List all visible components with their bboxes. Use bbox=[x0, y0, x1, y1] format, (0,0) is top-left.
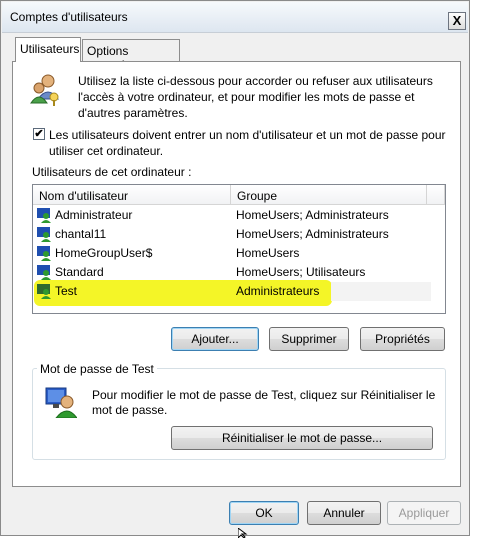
users-list-label: Utilisateurs de cet ordinateur : bbox=[32, 165, 192, 179]
row-group: HomeUsers; Utilisateurs bbox=[236, 265, 366, 279]
column-header-filler bbox=[427, 185, 445, 205]
user-account-icon bbox=[37, 227, 51, 242]
cancel-button-label: Annuler bbox=[323, 506, 365, 520]
row-username: chantal11 bbox=[55, 227, 107, 241]
intro-line-2: l'accès à votre ordinateur, et pour modi… bbox=[78, 90, 415, 104]
tab-utilisateurs-label: Utilisateurs bbox=[20, 42, 80, 56]
properties-button-label: Propriétés bbox=[375, 332, 430, 346]
user-account-icon bbox=[37, 284, 51, 299]
row-group: Administrateurs bbox=[236, 284, 320, 298]
table-row-selected[interactable]: Test Administrateurs bbox=[33, 282, 445, 301]
user-account-icon bbox=[37, 208, 51, 223]
require-login-label-2: utiliser cet ordinateur. bbox=[49, 144, 164, 158]
column-header-name[interactable]: Nom d'utilisateur bbox=[33, 185, 231, 205]
user-password-icon bbox=[45, 387, 77, 418]
column-header-group-label: Groupe bbox=[237, 189, 278, 203]
row-username: HomeGroupUser$ bbox=[55, 246, 153, 260]
row-group: HomeUsers bbox=[236, 246, 300, 260]
require-login-checkbox[interactable]: ✔ bbox=[33, 128, 45, 140]
add-user-button-label: Ajouter... bbox=[191, 332, 239, 346]
password-help-line-2: mot de passe. bbox=[92, 403, 168, 417]
row-username: Administrateur bbox=[55, 208, 133, 222]
title-bar[interactable]: Comptes d'utilisateurs X bbox=[2, 2, 468, 33]
selected-row-tail bbox=[331, 282, 431, 301]
reset-password-button-label: Réinitialiser le mot de passe... bbox=[221, 431, 383, 445]
reset-password-button[interactable]: Réinitialiser le mot de passe... bbox=[171, 426, 433, 450]
row-group: HomeUsers; Administrateurs bbox=[236, 208, 389, 222]
window-title: Comptes d'utilisateurs bbox=[10, 10, 128, 24]
row-group: HomeUsers; Administrateurs bbox=[236, 227, 389, 241]
row-username: Test bbox=[55, 284, 78, 298]
table-row[interactable]: Standard HomeUsers; Utilisateurs bbox=[33, 263, 445, 282]
users-icon bbox=[30, 74, 59, 106]
ok-button[interactable]: OK bbox=[229, 501, 299, 525]
password-group-legend: Mot de passe de Test bbox=[37, 362, 157, 376]
remove-user-button-label: Supprimer bbox=[281, 332, 337, 346]
column-header-group[interactable]: Groupe bbox=[231, 185, 427, 205]
apply-button[interactable]: Appliquer bbox=[387, 501, 461, 525]
table-row[interactable]: chantal11 HomeUsers; Administrateurs bbox=[33, 225, 445, 244]
require-login-label-1: Les utilisateurs doivent entrer un nom d… bbox=[49, 128, 446, 142]
password-help-line-1: Pour modifier le mot de passe de Test, c… bbox=[92, 388, 436, 402]
tab-utilisateurs[interactable]: Utilisateurs bbox=[15, 37, 81, 62]
table-row[interactable]: Administrateur HomeUsers; Administrateur… bbox=[33, 206, 445, 225]
ok-button-label: OK bbox=[255, 506, 273, 520]
intro-line-3: d'autres paramètres. bbox=[78, 106, 188, 120]
user-accounts-dialog: Comptes d'utilisateurs X Utilisateurs Op… bbox=[0, 0, 470, 536]
mouse-cursor-icon bbox=[238, 528, 248, 538]
intro-line-1: Utilisez la liste ci-dessous pour accord… bbox=[78, 74, 433, 88]
users-listview[interactable]: Nom d'utilisateur Groupe Administrateur … bbox=[32, 184, 446, 314]
column-header-name-label: Nom d'utilisateur bbox=[39, 189, 128, 203]
cancel-button[interactable]: Annuler bbox=[307, 501, 381, 525]
remove-user-button[interactable]: Supprimer bbox=[269, 327, 349, 351]
user-account-icon bbox=[37, 265, 51, 280]
row-username: Standard bbox=[55, 265, 104, 279]
user-account-icon bbox=[37, 246, 51, 261]
table-row[interactable]: HomeGroupUser$ HomeUsers bbox=[33, 244, 445, 263]
close-button[interactable]: X bbox=[448, 12, 466, 30]
add-user-button[interactable]: Ajouter... bbox=[171, 327, 259, 351]
tab-options-avancees[interactable]: Options avancées bbox=[82, 39, 180, 72]
properties-button[interactable]: Propriétés bbox=[360, 327, 445, 351]
apply-button-label: Appliquer bbox=[398, 506, 450, 520]
